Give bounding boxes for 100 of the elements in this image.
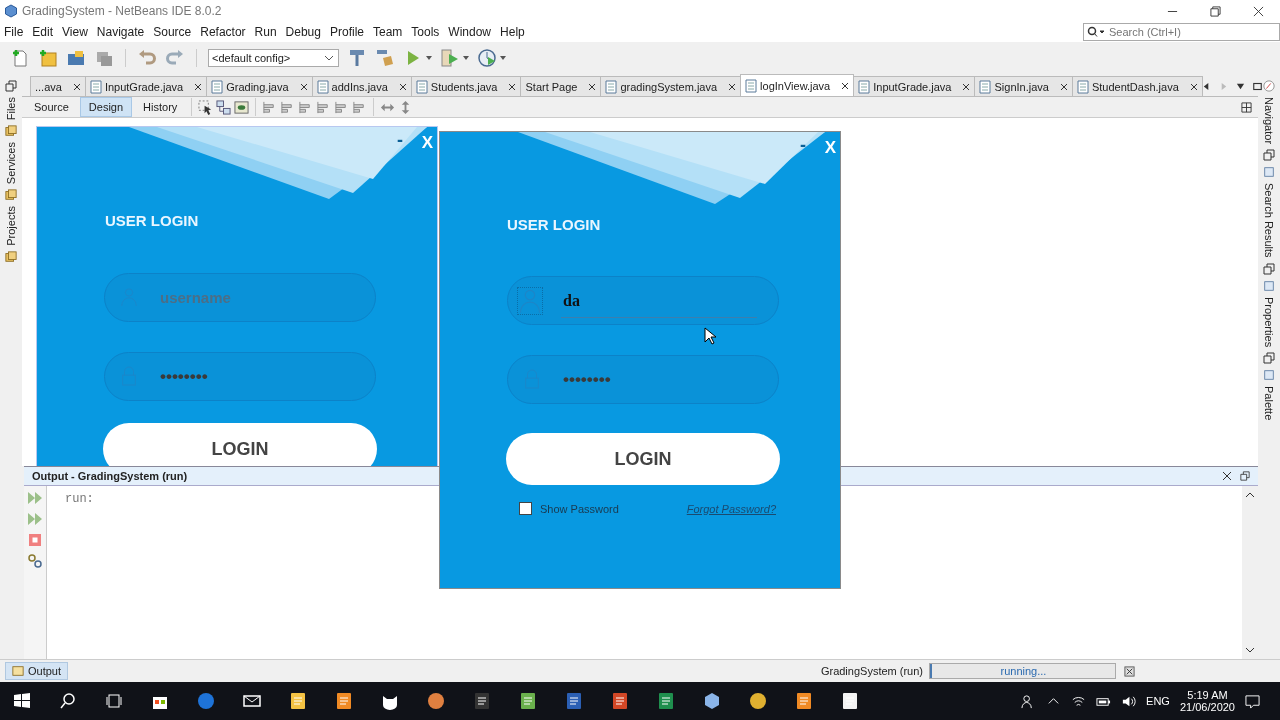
close-icon[interactable] — [1189, 82, 1198, 91]
profile-icon[interactable] — [477, 48, 497, 68]
new-file-icon[interactable] — [10, 48, 30, 68]
close-icon[interactable] — [72, 82, 81, 91]
stop-icon[interactable] — [27, 532, 43, 548]
username-field[interactable]: username — [104, 273, 376, 322]
login-button[interactable]: LOGIN — [506, 433, 780, 485]
connection-icon[interactable] — [216, 99, 232, 115]
config-dropdown[interactable]: <default config> — [208, 49, 339, 67]
dropdown-icon[interactable] — [1235, 82, 1245, 91]
panel-tab[interactable]: Navigator — [1263, 97, 1275, 145]
panel-icon[interactable] — [5, 251, 17, 264]
menu-item[interactable]: Refactor — [200, 25, 246, 39]
notepad-icon[interactable] — [518, 691, 538, 711]
restore-icon[interactable] — [5, 80, 17, 92]
restore-icon[interactable] — [1263, 351, 1275, 364]
new-project-icon[interactable] — [38, 48, 58, 68]
language-indicator[interactable]: ENG — [1146, 695, 1170, 707]
login-button[interactable]: LOGIN — [103, 423, 377, 466]
editor-tab[interactable]: InputGrade.java — [84, 76, 208, 96]
editor-tab[interactable]: InputGrade.java — [853, 76, 976, 96]
editor-tab[interactable]: Grading.java — [206, 76, 313, 96]
editor-tab[interactable]: Start Page — [520, 76, 602, 96]
hammer-icon[interactable] — [347, 48, 367, 68]
panel-tab[interactable]: Files — [5, 97, 17, 121]
panel-tab[interactable]: Services — [5, 142, 17, 185]
slides-icon[interactable] — [610, 691, 630, 711]
menu-item[interactable]: View — [62, 25, 88, 39]
caret-icon[interactable] — [463, 56, 469, 60]
document-icon[interactable] — [564, 691, 584, 711]
panel-tab[interactable]: Properties — [1263, 296, 1275, 347]
menu-item[interactable]: File — [4, 25, 24, 39]
restore-icon[interactable] — [1240, 471, 1250, 481]
clock-date[interactable]: 21/06/2020 — [1179, 701, 1235, 713]
close-icon[interactable] — [398, 82, 407, 91]
preview-icon[interactable] — [234, 99, 250, 115]
task-view-icon[interactable] — [104, 691, 124, 711]
menu-item[interactable]: Window — [448, 25, 492, 39]
show-password-checkbox[interactable]: Show Password — [519, 502, 619, 515]
close-icon[interactable] — [508, 82, 517, 91]
circle-icon[interactable] — [748, 691, 768, 711]
close-icon[interactable] — [962, 82, 971, 91]
close-icon[interactable] — [1059, 82, 1068, 91]
notification-icon[interactable] — [1245, 693, 1260, 709]
sheet-icon[interactable] — [656, 691, 676, 711]
menu-item[interactable]: Help — [500, 25, 525, 39]
caret-icon[interactable] — [426, 56, 432, 60]
panel-icon[interactable] — [1263, 279, 1275, 292]
editor-tab[interactable]: addIns.java — [311, 76, 412, 96]
close-icon[interactable] — [728, 82, 737, 91]
close-icon[interactable] — [1222, 471, 1232, 481]
tile-icon[interactable] — [794, 691, 814, 711]
menu-item[interactable]: Team — [373, 25, 403, 39]
settings-icon[interactable] — [27, 553, 43, 569]
editor-tab[interactable]: logInView.java — [740, 74, 855, 96]
restore-icon[interactable] — [1263, 262, 1275, 275]
editor-tab[interactable]: Students.java — [410, 76, 522, 96]
close-icon[interactable] — [1253, 5, 1264, 17]
menu-item[interactable]: Debug — [285, 25, 321, 39]
username-field[interactable]: da — [507, 276, 779, 325]
restore-icon[interactable] — [1263, 149, 1275, 162]
editor-tab[interactable]: StudentDash.java — [1071, 76, 1203, 96]
clock-time[interactable]: 5:19 AM — [1187, 689, 1228, 701]
search-icon[interactable] — [58, 691, 78, 711]
menu-item[interactable]: Source — [153, 25, 192, 39]
panel-icon[interactable] — [5, 125, 17, 138]
selection-icon[interactable] — [198, 99, 214, 115]
cube-icon[interactable] — [702, 691, 722, 711]
maximize-icon[interactable] — [1252, 82, 1262, 91]
minimize-button[interactable]: - — [397, 130, 403, 151]
editor-tab[interactable]: ...ava — [30, 76, 86, 96]
menu-item[interactable]: Run — [254, 25, 277, 39]
scroll-up-icon[interactable] — [1245, 492, 1255, 498]
open-folder-icon[interactable] — [66, 48, 86, 68]
panel-tab[interactable]: Search Results — [1263, 183, 1275, 258]
menu-item[interactable]: Tools — [411, 25, 440, 39]
panel-icon[interactable] — [1263, 368, 1275, 381]
view-tab[interactable]: Design — [79, 97, 133, 117]
tile-icon[interactable] — [334, 691, 354, 711]
search-icon[interactable] — [1087, 26, 1105, 38]
close-icon[interactable] — [841, 81, 850, 90]
menu-item[interactable]: Profile — [330, 25, 364, 39]
menu-item[interactable]: Navigate — [96, 25, 145, 39]
editor-tab[interactable]: SignIn.java — [974, 76, 1073, 96]
view-tab[interactable]: History — [135, 98, 186, 116]
minimize-button[interactable]: - — [800, 135, 806, 156]
caret-icon[interactable] — [500, 56, 506, 60]
menu-item[interactable]: Edit — [32, 25, 54, 39]
close-icon[interactable] — [194, 82, 203, 91]
restore-icon[interactable] — [1210, 5, 1221, 17]
windows-logo-icon[interactable] — [12, 691, 32, 711]
close-icon[interactable] — [588, 82, 597, 91]
editor-tab[interactable]: gradingSystem.java — [600, 76, 742, 96]
scroll-down-icon[interactable] — [1245, 647, 1255, 653]
output-tab[interactable]: Output — [5, 662, 69, 680]
panel-tab[interactable]: Projects — [5, 206, 17, 247]
scroll-left-icon[interactable] — [1201, 82, 1211, 91]
panel-tab[interactable]: Palette — [1263, 385, 1275, 421]
close-icon[interactable] — [299, 82, 308, 91]
search-field[interactable]: Search (Ctrl+I) — [1083, 23, 1280, 41]
